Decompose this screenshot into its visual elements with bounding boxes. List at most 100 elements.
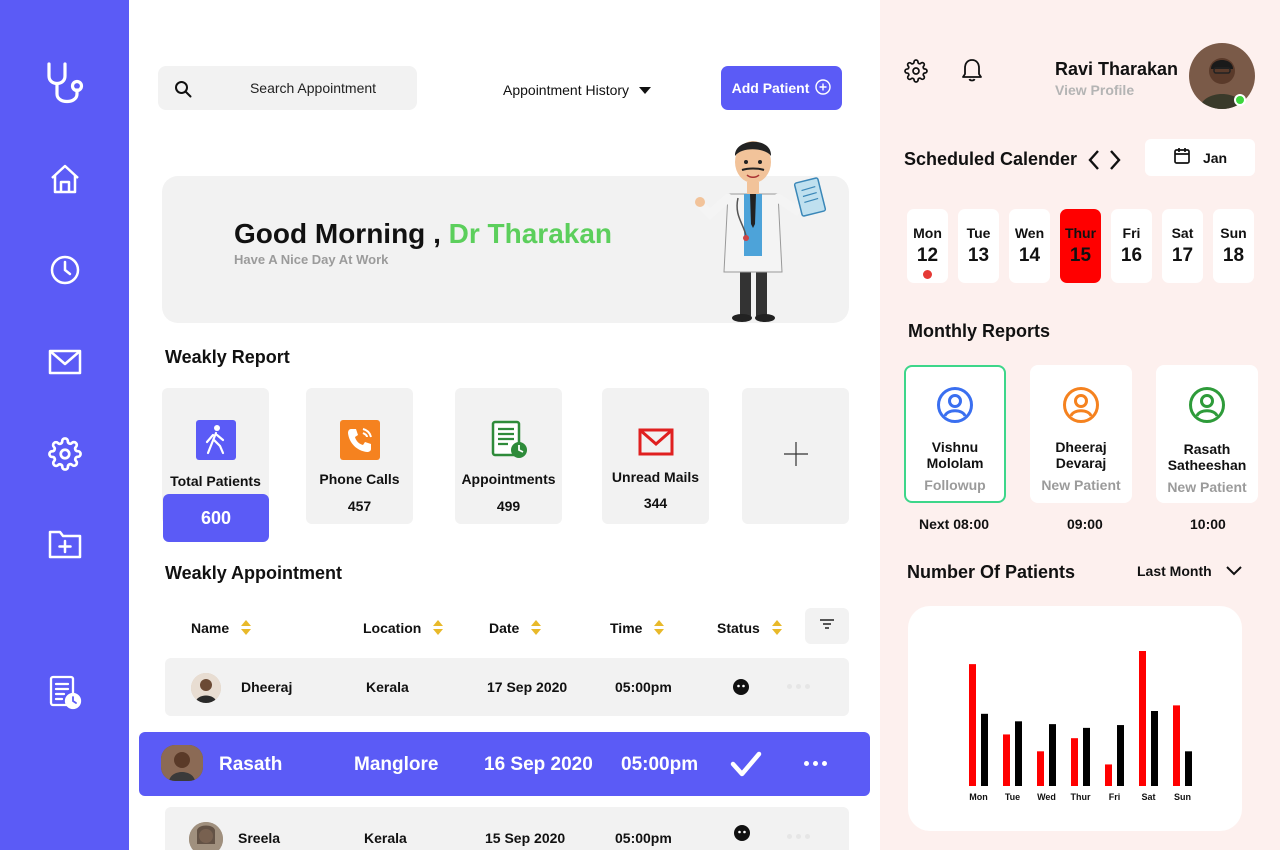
period-dropdown[interactable]: Last Month <box>1137 563 1242 579</box>
sidebar <box>0 0 129 850</box>
chart-bar <box>1105 764 1112 786</box>
chart-bar <box>1083 727 1090 786</box>
calendar-day-selected[interactable]: Thur 15 <box>1060 209 1101 283</box>
day-date: 12 <box>916 245 939 266</box>
sort-icon <box>241 620 252 636</box>
x-tick-label: Thur <box>1071 792 1091 802</box>
table-row[interactable]: Sreela Kerala 15 Sep 2020 05:00pm <box>165 807 849 850</box>
patient-type: New Patient <box>1041 477 1121 493</box>
cell-location: Manglore <box>354 754 439 775</box>
day-date: 16 <box>1120 245 1143 266</box>
search-bar[interactable] <box>158 66 417 110</box>
more-options-icon[interactable] <box>804 761 827 766</box>
patient-first-name: Rasath <box>1183 441 1231 457</box>
stat-label: Total Patients <box>170 473 261 489</box>
chevron-left-icon[interactable] <box>1087 149 1101 176</box>
day-name: Thur <box>1064 225 1097 241</box>
x-tick-label: Mon <box>969 792 988 802</box>
gear-icon[interactable] <box>47 437 82 471</box>
day-date: 15 <box>1069 245 1092 266</box>
day-name: Sun <box>1220 225 1247 241</box>
appointment-time: 10:00 <box>1190 516 1226 532</box>
table-row[interactable]: Dheeraj Kerala 17 Sep 2020 05:00pm <box>165 658 849 716</box>
search-input[interactable] <box>218 66 408 110</box>
appointment-history-dropdown[interactable]: Appointment History <box>503 82 652 98</box>
envelope-icon <box>638 428 674 461</box>
month-selector[interactable]: Jan <box>1145 139 1255 176</box>
patient-report-card[interactable]: Rasath Satheeshan New Patient <box>1156 365 1258 503</box>
calendar-day[interactable]: Wen 14 <box>1009 209 1050 283</box>
chart-bar <box>1173 705 1180 786</box>
plus-circle-icon <box>815 78 832 98</box>
patient-last-name: Satheeshan <box>1167 457 1247 473</box>
x-tick-label: Tue <box>1005 792 1020 802</box>
more-options-icon[interactable] <box>787 684 810 689</box>
period-label: Last Month <box>1137 563 1212 579</box>
calendar-day[interactable]: Sun 18 <box>1213 209 1254 283</box>
day-name: Tue <box>966 225 991 241</box>
more-options-icon[interactable] <box>787 834 810 839</box>
column-header-status[interactable]: Status <box>717 620 783 636</box>
user-circle-icon <box>1030 386 1132 429</box>
avatar <box>191 673 221 703</box>
plus-icon <box>783 441 809 472</box>
stat-card-appointments[interactable]: Appointments 499 <box>455 388 562 524</box>
stat-card-phone-calls[interactable]: Phone Calls 457 <box>306 388 413 524</box>
table-row-selected[interactable]: Rasath Manglore 16 Sep 2020 05:00pm <box>139 732 870 796</box>
patients-bar-chart: Mon Tue Wed Thur Fri Sat Sun <box>969 651 1192 802</box>
stat-value: 457 <box>347 498 372 514</box>
phone-call-icon <box>339 420 380 465</box>
add-patient-button[interactable]: Add Patient <box>721 66 842 110</box>
bell-icon[interactable] <box>961 58 983 87</box>
view-profile-link[interactable]: View Profile <box>1055 82 1134 98</box>
column-label: Date <box>489 620 520 636</box>
filter-button[interactable] <box>805 608 849 644</box>
walking-person-icon <box>195 420 236 465</box>
cell-date: 17 Sep 2020 <box>487 679 568 695</box>
clock-icon[interactable] <box>49 254 81 286</box>
calendar-icon <box>1173 147 1191 168</box>
stat-value: 600 <box>163 494 269 542</box>
chart-bar <box>1117 725 1124 786</box>
stat-card-unread-mails[interactable]: Unread Mails 344 <box>602 388 709 524</box>
patient-report-card[interactable]: Dheeraj Devaraj New Patient <box>1030 365 1132 503</box>
calendar-day[interactable]: Mon 12 <box>907 209 948 283</box>
checkmark-icon <box>730 750 762 783</box>
chart-bar <box>1139 651 1146 786</box>
mail-icon[interactable] <box>48 348 82 376</box>
cell-time: 05:00pm <box>615 830 672 846</box>
chevron-down-icon <box>1225 563 1242 579</box>
settings-gear-icon[interactable] <box>904 59 928 88</box>
column-header-date[interactable]: Date <box>489 620 542 636</box>
column-header-time[interactable]: Time <box>610 620 665 636</box>
report-clock-icon[interactable] <box>48 674 82 710</box>
cell-name: Dheeraj <box>241 679 293 695</box>
add-stat-card[interactable] <box>742 388 849 524</box>
x-tick-label: Sun <box>1174 792 1191 802</box>
calendar-day[interactable]: Sat 17 <box>1162 209 1203 283</box>
calendar-day[interactable]: Fri 16 <box>1111 209 1152 283</box>
x-tick-label: Fri <box>1109 792 1121 802</box>
avatar <box>189 822 223 850</box>
column-label: Time <box>610 620 643 636</box>
patient-report-card[interactable]: Vishnu Mololam Followup <box>904 365 1006 503</box>
folder-add-icon[interactable] <box>47 528 83 560</box>
patient-last-name: Devaraj <box>1055 455 1107 471</box>
day-name: Fri <box>1122 225 1141 241</box>
main-content: Appointment History Add Patient Good Mor… <box>129 0 880 850</box>
column-header-name[interactable]: Name <box>191 620 252 636</box>
patient-first-name: Vishnu <box>931 439 979 455</box>
user-circle-icon <box>1156 386 1258 429</box>
column-header-location[interactable]: Location <box>363 620 444 636</box>
patient-first-name: Dheeraj <box>1055 439 1107 455</box>
status-pending-icon <box>733 679 749 700</box>
cell-location: Kerala <box>366 679 409 695</box>
chart-bar <box>969 664 976 786</box>
cell-date: 16 Sep 2020 <box>484 754 593 775</box>
cell-time: 05:00pm <box>621 754 699 775</box>
calendar-day[interactable]: Tue 13 <box>958 209 999 283</box>
home-icon[interactable] <box>48 162 82 196</box>
avatar <box>161 745 203 781</box>
chevron-right-icon[interactable] <box>1108 149 1122 176</box>
right-panel: Ravi Tharakan View Profile Scheduled Cal… <box>880 0 1280 850</box>
